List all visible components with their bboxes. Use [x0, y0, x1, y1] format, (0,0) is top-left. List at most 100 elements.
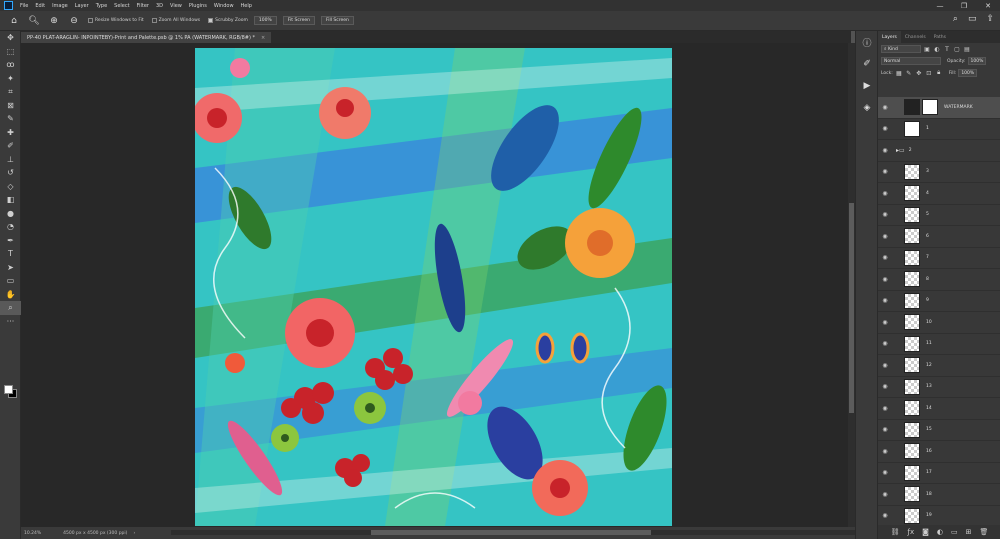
visibility-eye-icon[interactable]: ◉ [878, 362, 892, 369]
visibility-eye-icon[interactable]: ◉ [878, 104, 892, 111]
visibility-eye-icon[interactable]: ◉ [878, 405, 892, 412]
adjustment-layer-icon[interactable]: ◐ [937, 528, 943, 536]
kind-filter-select[interactable]: ⌕ Kind [881, 45, 921, 53]
canvas-area[interactable] [21, 43, 848, 527]
visibility-eye-icon[interactable]: ◉ [878, 190, 892, 197]
home-icon[interactable]: ⌂ [8, 15, 20, 27]
eraser-tool-icon[interactable]: ◇ [0, 180, 21, 194]
menu-layer[interactable]: Layer [75, 3, 89, 9]
zoom-in-icon[interactable]: ⊕ [48, 15, 60, 27]
artwork-canvas[interactable] [195, 48, 672, 526]
visibility-eye-icon[interactable]: ◉ [878, 448, 892, 455]
blur-tool-icon[interactable]: ● [0, 207, 21, 221]
menu-file[interactable]: File [20, 3, 28, 9]
filter-type-icon[interactable]: T [943, 45, 951, 53]
horizontal-scroll-thumb[interactable] [371, 530, 651, 535]
menu-window[interactable]: Window [214, 3, 234, 9]
layer-row[interactable]: ◉ 18 [878, 484, 1000, 506]
visibility-eye-icon[interactable]: ◉ [878, 233, 892, 240]
layer-row[interactable]: ◉ 1 [878, 119, 1000, 140]
zoom-out-icon[interactable]: ⊖ [68, 15, 80, 27]
vertical-scroll-thumb[interactable] [849, 203, 854, 413]
layer-row[interactable]: ◉ 7 [878, 248, 1000, 269]
frame-tool-icon[interactable]: ⊠ [0, 99, 21, 113]
filter-smart-object-icon[interactable]: ▤ [963, 45, 971, 53]
horizontal-scrollbar[interactable] [171, 530, 861, 535]
menu-plugins[interactable]: Plugins [189, 3, 207, 9]
info-panel-icon[interactable]: ⓘ [856, 31, 878, 53]
eyedropper-tool-icon[interactable]: ✎ [0, 112, 21, 126]
status-menu-arrow-icon[interactable]: › [133, 531, 135, 536]
lock-all-icon[interactable]: 🔒︎ [935, 69, 943, 77]
lock-transparent-icon[interactable]: ▦ [895, 69, 903, 77]
layer-row[interactable]: ◉ 6 [878, 226, 1000, 248]
vertical-scrollbar[interactable] [848, 43, 855, 527]
restore-button[interactable]: ❐ [952, 0, 976, 11]
layer-mask-thumbnail[interactable] [922, 99, 938, 116]
rectangle-tool-icon[interactable]: ▭ [0, 274, 21, 288]
layer-row[interactable]: ◉ WATERMARK [878, 97, 1000, 119]
layer-row[interactable]: ◉ 14 [878, 398, 1000, 420]
layer-row[interactable]: ◉ 10 [878, 312, 1000, 334]
visibility-eye-icon[interactable]: ◉ [878, 147, 892, 154]
layer-row[interactable]: ◉ 9 [878, 291, 1000, 312]
stamp-tool-icon[interactable]: ⊥ [0, 153, 21, 167]
actions-play-icon[interactable]: ▶ [856, 75, 878, 97]
delete-layer-icon[interactable]: 🗑︎ [980, 528, 989, 536]
new-layer-icon[interactable]: ⊞ [966, 528, 972, 536]
visibility-eye-icon[interactable]: ◉ [878, 383, 892, 390]
fill-input[interactable]: 100% [958, 69, 978, 77]
resize-windows-checkbox[interactable]: Resize Windows to Fit [88, 18, 144, 23]
close-window-button[interactable]: ✕ [976, 0, 1000, 11]
minimize-button[interactable]: — [928, 0, 952, 11]
visibility-eye-icon[interactable]: ◉ [878, 319, 892, 326]
layer-row[interactable]: ◉ 5 [878, 205, 1000, 226]
gradient-tool-icon[interactable]: ◧ [0, 193, 21, 207]
scrubby-zoom-checkbox[interactable]: Scrubby Zoom [208, 18, 248, 23]
layer-row[interactable]: ◉ 4 [878, 183, 1000, 205]
visibility-eye-icon[interactable]: ◉ [878, 340, 892, 347]
menu-image[interactable]: Image [52, 3, 68, 9]
visibility-eye-icon[interactable]: ◉ [878, 254, 892, 261]
zoom-tool-icon[interactable]: ⌕ [0, 301, 21, 315]
visibility-eye-icon[interactable]: ◉ [878, 491, 892, 498]
foreground-color-swatch[interactable] [4, 385, 13, 394]
hand-tool-icon[interactable]: ✋ [0, 288, 21, 302]
menu-help[interactable]: Help [241, 3, 252, 9]
layer-group-row[interactable]: ◉ ▸▭ 2 [878, 140, 1000, 162]
new-group-icon[interactable]: ▭ [951, 528, 958, 536]
visibility-eye-icon[interactable]: ◉ [878, 211, 892, 218]
menu-view[interactable]: View [170, 3, 182, 9]
layer-row[interactable]: ◉ 8 [878, 269, 1000, 291]
path-select-tool-icon[interactable]: ➤ [0, 261, 21, 275]
lasso-tool-icon[interactable]: ꝏ [0, 58, 21, 72]
crop-tool-icon[interactable]: ⌗ [0, 85, 21, 99]
layer-row[interactable]: ◉ 13 [878, 377, 1000, 398]
visibility-eye-icon[interactable]: ◉ [878, 469, 892, 476]
zoom-100-button[interactable]: 100% [253, 16, 277, 25]
layer-row[interactable]: ◉ 11 [878, 334, 1000, 355]
link-layers-icon[interactable]: ⛓ [891, 528, 900, 536]
filter-pixel-icon[interactable]: ▣ [923, 45, 931, 53]
zoom-level-readout[interactable]: 10.24% [24, 531, 41, 536]
lock-image-icon[interactable]: ✎ [905, 69, 913, 77]
brush-tool-icon[interactable]: ✐ [0, 139, 21, 153]
opacity-input[interactable]: 100% [967, 57, 987, 65]
menu-3d[interactable]: 3D [156, 3, 163, 9]
fit-screen-button[interactable]: Fit Screen [282, 16, 315, 25]
menu-edit[interactable]: Edit [35, 3, 45, 9]
tab-layers[interactable]: Layers [878, 31, 901, 43]
menu-filter[interactable]: Filter [137, 3, 149, 9]
magic-wand-tool-icon[interactable]: ✦ [0, 72, 21, 86]
healing-tool-icon[interactable]: ✚ [0, 126, 21, 140]
add-mask-icon[interactable]: ◙ [922, 528, 929, 536]
workspace-icon[interactable]: ▭ [968, 14, 977, 24]
layer-row[interactable]: ◉ 19 [878, 506, 1000, 526]
more-tools-icon[interactable]: ··· [0, 315, 21, 329]
visibility-eye-icon[interactable]: ◉ [878, 276, 892, 283]
fill-screen-button[interactable]: Fill Screen [320, 16, 354, 25]
visibility-eye-icon[interactable]: ◉ [878, 125, 892, 132]
filter-shape-icon[interactable]: ▢ [953, 45, 961, 53]
layer-style-icon[interactable]: ƒx [907, 528, 914, 536]
search-icon[interactable]: ⌕ [953, 14, 958, 24]
